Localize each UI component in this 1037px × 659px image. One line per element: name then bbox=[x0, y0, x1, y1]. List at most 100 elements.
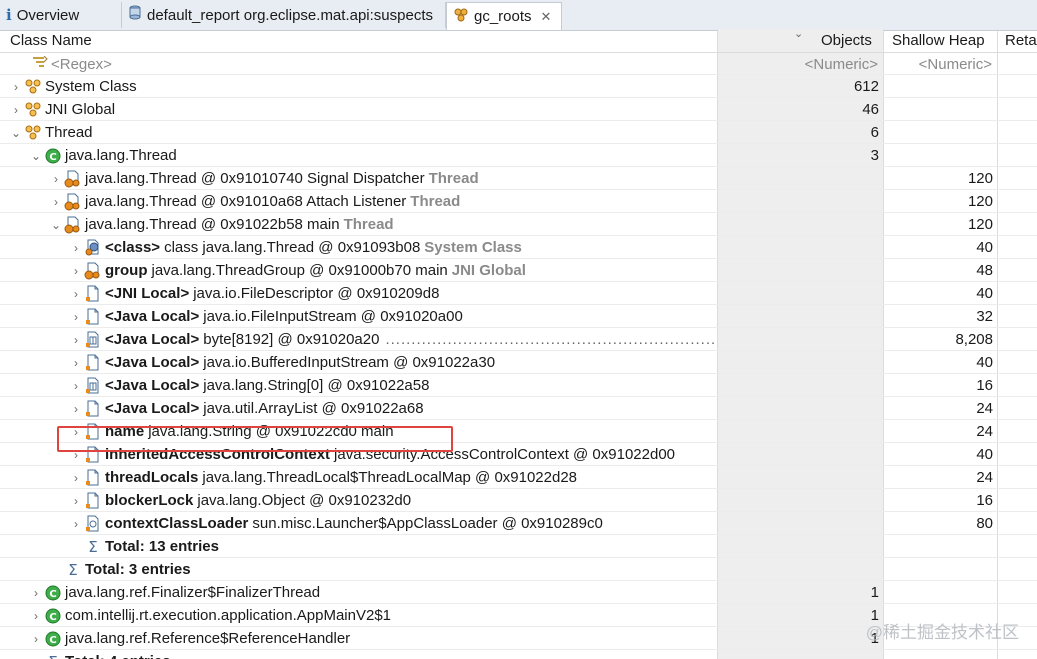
expand-chevron-icon[interactable]: › bbox=[68, 263, 84, 279]
expand-chevron-icon[interactable]: › bbox=[68, 447, 84, 463]
expand-chevron-icon[interactable]: › bbox=[68, 309, 84, 325]
tree-row[interactable]: › <Java Local> java.lang.String[0] @ 0x910… bbox=[0, 374, 1037, 397]
object-instance-icon bbox=[64, 193, 82, 211]
total-label: Total: 3 entries bbox=[85, 561, 191, 578]
object-label: java.io.FileInputStream @ 0x91020a00 bbox=[203, 308, 463, 325]
collapse-chevron-icon[interactable]: ⌄ bbox=[8, 125, 24, 141]
expand-chevron-icon[interactable]: › bbox=[68, 286, 84, 302]
field-name: <Java Local> bbox=[105, 354, 200, 371]
tree-row[interactable]: › <class> class java.lang.Thread @ 0x91093… bbox=[0, 236, 1037, 259]
array-icon bbox=[84, 377, 102, 395]
expand-chevron-icon[interactable]: › bbox=[68, 470, 84, 486]
tab-overview[interactable]: i Overview bbox=[0, 2, 122, 28]
tree-row[interactable]: › <Java Local> java.io.FileInputStream @ 0… bbox=[0, 305, 1037, 328]
tree-row[interactable]: › java.lang.Thread @ 0x91010740 Signal Di… bbox=[0, 167, 1037, 190]
column-header-objects[interactable]: Objects bbox=[821, 29, 872, 52]
column-header-class-name[interactable]: Class Name bbox=[10, 29, 92, 52]
objects-cell: 46 bbox=[862, 101, 879, 118]
tab-default-report[interactable]: default_report org.eclipse.mat.api:suspe… bbox=[122, 2, 446, 28]
tree-row[interactable]: › Cjava.lang.ref.Finalizer$FinalizerThrea… bbox=[0, 581, 1037, 604]
objects-cell: 612 bbox=[853, 78, 879, 95]
objects-numeric-filter[interactable]: <Numeric> bbox=[720, 53, 878, 76]
filter-icon bbox=[32, 55, 48, 74]
table-header: Class Name ⌄ Objects Shallow Heap Reta bbox=[0, 29, 1037, 52]
collapse-chevron-icon[interactable]: ⌄ bbox=[48, 217, 64, 233]
tree-row[interactable]: › <Java Local> byte[8192] @ 0x91020a20....… bbox=[0, 328, 1037, 351]
expand-chevron-icon[interactable]: › bbox=[28, 585, 44, 601]
tree-row[interactable]: › <Java Local> java.io.BufferedInputStream… bbox=[0, 351, 1037, 374]
expand-chevron-icon[interactable]: › bbox=[68, 355, 84, 371]
field-name: <Java Local> bbox=[105, 308, 200, 325]
expand-chevron-icon[interactable]: › bbox=[48, 171, 64, 187]
tree-row[interactable]: ⌄ Thread 6 bbox=[0, 121, 1037, 144]
tree-row[interactable]: › threadLocals java.lang.ThreadLocal$Threa… bbox=[0, 466, 1037, 489]
tree-row[interactable]: › blockerLock java.lang.Object @ 0x910232d… bbox=[0, 489, 1037, 512]
expand-chevron-icon[interactable]: › bbox=[28, 608, 44, 624]
tree-row[interactable]: ⌄ Cjava.lang.Thread 3 bbox=[0, 144, 1037, 167]
tree-row[interactable]: › contextClassLoader sun.misc.Launcher$App… bbox=[0, 512, 1037, 535]
expand-chevron-icon[interactable]: › bbox=[68, 401, 84, 417]
object-reference-icon bbox=[84, 285, 102, 303]
objects-cell bbox=[720, 374, 879, 397]
expand-chevron-icon[interactable]: › bbox=[68, 332, 84, 348]
tree-row[interactable]: › group java.lang.ThreadGroup @ 0x91000b70… bbox=[0, 259, 1037, 282]
object-reference-icon bbox=[84, 492, 102, 510]
tree-row[interactable]: › <Java Local> java.util.ArrayList @ 0x910… bbox=[0, 397, 1037, 420]
total-label: Total: 13 entries bbox=[105, 538, 219, 555]
tree-row[interactable]: › <JNI Local> java.io.FileDescriptor @ 0x9… bbox=[0, 282, 1037, 305]
gc-root-type-label: Thread bbox=[410, 193, 461, 210]
tree-row[interactable]: › System Class 612 bbox=[0, 75, 1037, 98]
total-row[interactable]: Σ Total: 3 entries bbox=[0, 558, 1037, 581]
shallow-heap-cell: 40 bbox=[976, 285, 993, 302]
objects-cell bbox=[720, 167, 879, 190]
expand-chevron-icon[interactable]: › bbox=[28, 631, 44, 647]
class-name-cell: › java.lang.Thread @ 0x91010740 Signal Di… bbox=[48, 167, 717, 190]
objects-cell: 1 bbox=[870, 584, 879, 601]
class-name-cell: › inheritedAccessControlContext java.secur… bbox=[68, 443, 717, 466]
class-icon: C bbox=[44, 584, 62, 602]
shallow-heap-cell: 8,208 bbox=[955, 331, 993, 348]
info-icon: i bbox=[6, 6, 12, 24]
svg-text:C: C bbox=[49, 589, 56, 600]
regex-filter-input[interactable]: <Regex> bbox=[51, 53, 112, 76]
expand-chevron-icon[interactable]: › bbox=[48, 194, 64, 210]
collapse-chevron-icon[interactable]: ⌄ bbox=[28, 148, 44, 164]
expand-chevron-icon[interactable]: › bbox=[68, 516, 84, 532]
total-row[interactable]: Σ Total: 13 entries bbox=[0, 535, 1037, 558]
expander-placeholder bbox=[28, 654, 44, 659]
truncation-dots: ........................................… bbox=[385, 331, 717, 348]
object-reference-icon bbox=[84, 446, 102, 464]
objects-cell bbox=[720, 489, 879, 512]
expand-chevron-icon[interactable]: › bbox=[8, 102, 24, 118]
class-name-cell: › <Java Local> java.io.FileInputStream @ 0… bbox=[68, 305, 717, 328]
tab-gc-roots[interactable]: gc_roots ✕ bbox=[446, 2, 562, 30]
shallow-numeric-filter[interactable]: <Numeric> bbox=[886, 53, 992, 76]
objects-cell bbox=[720, 443, 879, 466]
tree-row[interactable]: › inheritedAccessControlContext java.secur… bbox=[0, 443, 1037, 466]
column-header-shallow-heap[interactable]: Shallow Heap bbox=[892, 29, 985, 52]
expand-chevron-icon[interactable]: › bbox=[68, 493, 84, 509]
expand-chevron-icon[interactable]: › bbox=[68, 424, 84, 440]
tree-row[interactable]: › name java.lang.String @ 0x91022cd0 main 2… bbox=[0, 420, 1037, 443]
object-label: java.security.AccessControlContext @ 0x9… bbox=[334, 446, 676, 463]
objects-cell bbox=[720, 259, 879, 282]
class-loader-icon bbox=[84, 515, 102, 533]
tree-row[interactable]: ⌄ java.lang.Thread @ 0x91022b58 main Threa… bbox=[0, 213, 1037, 236]
class-name-cell: › Cjava.lang.ref.Finalizer$FinalizerThrea… bbox=[28, 581, 717, 604]
tree-row[interactable]: › JNI Global 46 bbox=[0, 98, 1037, 121]
expand-chevron-icon[interactable]: › bbox=[8, 79, 24, 95]
total-row[interactable]: ΣTotal: 4 entries bbox=[0, 650, 1037, 659]
expand-chevron-icon[interactable]: › bbox=[68, 378, 84, 394]
tab-gc-roots-label: gc_roots bbox=[474, 8, 532, 25]
shallow-heap-cell: 120 bbox=[967, 193, 993, 210]
shallow-heap-cell bbox=[886, 650, 993, 659]
object-instance-icon bbox=[84, 262, 102, 280]
close-icon[interactable]: ✕ bbox=[541, 9, 552, 25]
expand-chevron-icon[interactable]: › bbox=[68, 240, 84, 256]
class-name-cell: › name java.lang.String @ 0x91022cd0 main bbox=[68, 420, 717, 443]
object-instance-icon bbox=[64, 216, 82, 234]
class-group-icon bbox=[24, 78, 42, 96]
column-header-retained-heap[interactable]: Reta bbox=[1005, 29, 1037, 52]
class-name-cell: › <Java Local> byte[8192] @ 0x91020a20....… bbox=[68, 328, 717, 351]
tree-row[interactable]: › java.lang.Thread @ 0x91010a68 Attach Li… bbox=[0, 190, 1037, 213]
